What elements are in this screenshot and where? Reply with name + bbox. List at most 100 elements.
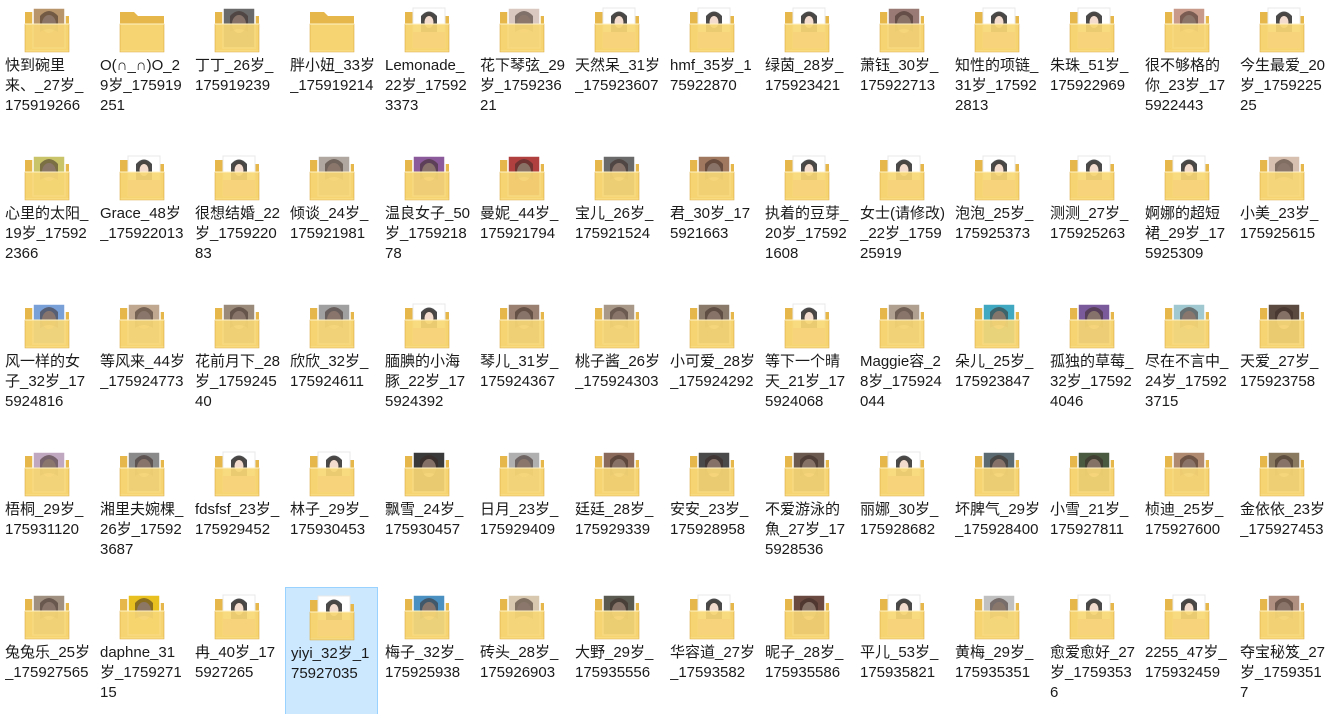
- folder-item[interactable]: 梧桐_29岁_175931120: [0, 444, 93, 584]
- folder-item[interactable]: 平儿_53岁_175935821: [855, 587, 948, 714]
- folder-item[interactable]: 丁丁_26岁_175919239: [190, 0, 283, 140]
- folder-item[interactable]: 女士(请修改)_22岁_175925919: [855, 148, 948, 288]
- folder-name: 小雪_21岁_175927811: [1050, 501, 1129, 538]
- folder-name: 泡泡_25岁_175925373: [955, 205, 1034, 242]
- folder-item[interactable]: 很想结婚_22岁_175922083: [190, 148, 283, 288]
- folder-item[interactable]: 快到碗里来、_27岁_175919266: [0, 0, 93, 140]
- folder-icon: [209, 150, 265, 206]
- folder-item[interactable]: 日月_23岁_175929409: [475, 444, 568, 584]
- folder-item[interactable]: 宝儿_26岁_175921524: [570, 148, 663, 288]
- folder-item[interactable]: 2255_47岁_175932459: [1140, 587, 1233, 714]
- folder-icon: [874, 589, 930, 645]
- folder-item[interactable]: fdsfsf_23岁_175929452: [190, 444, 283, 584]
- folder-icon: [1254, 589, 1310, 645]
- folder-item[interactable]: 等下一个晴天_21岁_175924068: [760, 296, 853, 436]
- folder-icon: [19, 2, 75, 58]
- folder-icon: [399, 298, 455, 354]
- folder-item[interactable]: 廷廷_28岁_175929339: [570, 444, 663, 584]
- folder-icon: [969, 446, 1025, 502]
- folder-item[interactable]: 梅子_32岁_175925938: [380, 587, 473, 714]
- folder-item[interactable]: 飘雪_24岁_175930457: [380, 444, 473, 584]
- folder-name: 女士(请修改)_22岁_175925919: [860, 205, 945, 262]
- folder-item[interactable]: 知性的项链_31岁_175922813: [950, 0, 1043, 140]
- folder-item[interactable]: 心里的太阳_19岁_175922366: [0, 148, 93, 288]
- folder-item[interactable]: 等风来_44岁_175924773: [95, 296, 188, 436]
- folder-item[interactable]: 测测_27岁_175925263: [1045, 148, 1138, 288]
- folder-item[interactable]: 风一样的女子_32岁_175924816: [0, 296, 93, 436]
- folder-item[interactable]: 欣欣_32岁_175924611: [285, 296, 378, 436]
- folder-name: 孤独的草莓_32岁_175924046: [1050, 353, 1134, 410]
- folder-icon: [399, 2, 455, 58]
- folder-item[interactable]: 林子_29岁_175930453: [285, 444, 378, 584]
- folder-item[interactable]: Grace_48岁_175922013: [95, 148, 188, 288]
- folder-item[interactable]: 腼腆的小海豚_22岁_175924392: [380, 296, 473, 436]
- folder-item[interactable]: 小雪_21岁_175927811: [1045, 444, 1138, 584]
- folder-icon: [684, 2, 740, 58]
- folder-icon: [304, 150, 360, 206]
- folder-item[interactable]: 安安_23岁_175928958: [665, 444, 758, 584]
- folder-item[interactable]: 金依依_23岁_175927453: [1235, 444, 1328, 584]
- folder-name: 梅子_32岁_175925938: [385, 644, 464, 681]
- folder-name: 风一样的女子_32岁_175924816: [5, 353, 86, 410]
- folder-item[interactable]: yiyi_32岁_175927035: [285, 587, 378, 714]
- folder-item[interactable]: 大野_29岁_175935556: [570, 587, 663, 714]
- folder-item[interactable]: 坏脾气_29岁_175928400: [950, 444, 1043, 584]
- folder-name: daphne_31岁_175927115: [100, 644, 182, 701]
- folder-name: 飘雪_24岁_175930457: [385, 501, 464, 538]
- folder-name: 天爱_27岁_175923758: [1240, 353, 1319, 390]
- folder-item[interactable]: 婀娜的超短裙_29岁_175925309: [1140, 148, 1233, 288]
- folder-name: 愈爱愈好_27岁_17593536: [1050, 644, 1136, 701]
- folder-icon: [1064, 446, 1120, 502]
- folder-item[interactable]: 温良女子_50岁_175921878: [380, 148, 473, 288]
- folder-item[interactable]: 今生最爱_20岁_175922525: [1235, 0, 1328, 140]
- folder-item[interactable]: 天然呆_31岁_175923607: [570, 0, 663, 140]
- folder-item[interactable]: 砖头_28岁_175926903: [475, 587, 568, 714]
- folder-item[interactable]: 夺宝秘笈_27岁_17593517: [1235, 587, 1328, 714]
- folder-item[interactable]: 冉_40岁_175927265: [190, 587, 283, 714]
- folder-item[interactable]: Lemonade_22岁_175923373: [380, 0, 473, 140]
- folder-item[interactable]: 萧钰_30岁_175922713: [855, 0, 948, 140]
- folder-item[interactable]: 黄梅_29岁_175935351: [950, 587, 1043, 714]
- folder-item[interactable]: 很不够格的你_23岁_175922443: [1140, 0, 1233, 140]
- folder-item[interactable]: 不爱游泳的魚_27岁_175928536: [760, 444, 853, 584]
- folder-item[interactable]: 泡泡_25岁_175925373: [950, 148, 1043, 288]
- folder-item[interactable]: daphne_31岁_175927115: [95, 587, 188, 714]
- folder-item[interactable]: 华容道_27岁_17593582: [665, 587, 758, 714]
- folder-item[interactable]: 天爱_27岁_175923758: [1235, 296, 1328, 436]
- folder-item[interactable]: 桃子酱_26岁_175924303: [570, 296, 663, 436]
- folder-icon: [19, 298, 75, 354]
- folder-icon: [494, 446, 550, 502]
- folder-icon: [209, 2, 265, 58]
- folder-item[interactable]: 昵子_28岁_175935586: [760, 587, 853, 714]
- folder-item[interactable]: 湘里夫婉棵_26岁_175923687: [95, 444, 188, 584]
- folder-item[interactable]: 愈爱愈好_27岁_17593536: [1045, 587, 1138, 714]
- folder-item[interactable]: 绿茵_28岁_175923421: [760, 0, 853, 140]
- folder-item[interactable]: hmf_35岁_175922870: [665, 0, 758, 140]
- folder-item[interactable]: 倾谈_24岁_175921981: [285, 148, 378, 288]
- folder-icon: [874, 150, 930, 206]
- folder-icon: [1159, 446, 1215, 502]
- folder-icon: [494, 589, 550, 645]
- folder-item[interactable]: 小美_23岁_175925615: [1235, 148, 1328, 288]
- folder-item[interactable]: 兔兔乐_25岁_175927565: [0, 587, 93, 714]
- folder-item[interactable]: 花前月下_28岁_175924540: [190, 296, 283, 436]
- folder-item[interactable]: O(∩_∩)O_29岁_175919251: [95, 0, 188, 140]
- folder-item[interactable]: 曼妮_44岁_175921794: [475, 148, 568, 288]
- folder-item[interactable]: 胖小妞_33岁_175919214: [285, 0, 378, 140]
- folder-item[interactable]: Maggie容_28岁_175924044: [855, 296, 948, 436]
- folder-name: 廷廷_28岁_175929339: [575, 501, 654, 538]
- folder-item[interactable]: 小可爱_28岁_175924292: [665, 296, 758, 436]
- folder-name: 坏脾气_29岁_175928400: [955, 501, 1041, 538]
- folder-item[interactable]: 琴儿_31岁_175924367: [475, 296, 568, 436]
- folder-name: 测测_27岁_175925263: [1050, 205, 1129, 242]
- folder-item[interactable]: 执着的豆芽_20岁_175921608: [760, 148, 853, 288]
- folder-item[interactable]: 桢迪_25岁_175927600: [1140, 444, 1233, 584]
- folder-item[interactable]: 尽在不言中_24岁_175923715: [1140, 296, 1233, 436]
- folder-name: 知性的项链_31岁_175922813: [955, 57, 1039, 114]
- folder-item[interactable]: 孤独的草莓_32岁_175924046: [1045, 296, 1138, 436]
- folder-item[interactable]: 丽娜_30岁_175928682: [855, 444, 948, 584]
- folder-item[interactable]: 朵儿_25岁_175923847: [950, 296, 1043, 436]
- folder-item[interactable]: 君_30岁_175921663: [665, 148, 758, 288]
- folder-item[interactable]: 朱珠_51岁_175922969: [1045, 0, 1138, 140]
- folder-item[interactable]: 花下琴弦_29岁_175923621: [475, 0, 568, 140]
